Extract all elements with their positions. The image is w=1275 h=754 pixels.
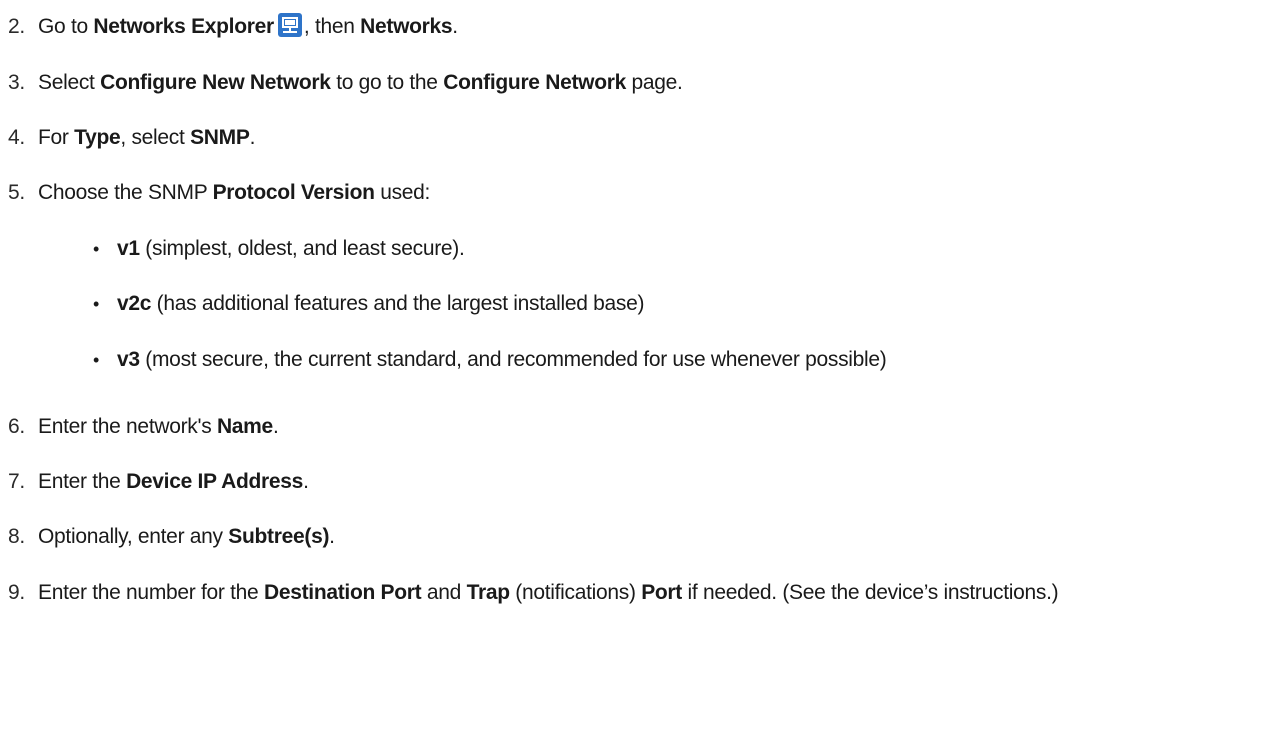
bullet: • xyxy=(93,294,100,314)
version-description: (simplest, oldest, and least secure). xyxy=(139,237,465,260)
step-text: . xyxy=(329,525,335,548)
version-description: (has additional features and the largest… xyxy=(151,292,645,315)
bullet: • xyxy=(93,239,100,259)
ui-term: Networks Explorer xyxy=(93,15,274,38)
step-2: 2. Go to Networks Explorer , then Networks… xyxy=(8,13,1268,41)
step-text: . xyxy=(303,470,309,493)
version-description: (most secure, the current standard, and … xyxy=(139,348,887,371)
step-number: 7. xyxy=(8,470,25,493)
step-4: 4. For Type, select SNMP. xyxy=(8,124,1268,152)
step-text: and xyxy=(421,581,467,604)
step-number: 6. xyxy=(8,415,25,438)
step-number: 5. xyxy=(8,181,25,204)
bullet: • xyxy=(93,350,100,370)
step-text: Optionally, enter any xyxy=(38,525,229,548)
step-text: if needed. (See the device’s instruction… xyxy=(682,581,1059,604)
ui-term: Name xyxy=(216,415,273,438)
step-3: 3. Select Configure New Network to go to … xyxy=(8,69,1268,97)
ui-term: Subtree(s) xyxy=(228,525,330,548)
step-text: Select xyxy=(38,71,101,94)
ui-term: Type xyxy=(74,126,121,149)
step-number: 9. xyxy=(8,581,25,604)
step-text: Choose the SNMP xyxy=(38,181,213,204)
ui-term: SNMP xyxy=(190,126,250,149)
instructions-document: 2. Go to Networks Explorer , then Networks… xyxy=(0,0,1275,754)
step-text: . xyxy=(452,15,458,38)
step-number: 8. xyxy=(8,525,25,548)
network-computer-icon xyxy=(277,13,302,37)
step-8: 8. Optionally, enter any Subtree(s). xyxy=(8,523,1268,551)
version-name: v3 xyxy=(117,348,140,371)
step-text: to go to the xyxy=(330,71,444,94)
ui-term: Networks xyxy=(360,15,453,38)
step-number: 2. xyxy=(8,15,25,38)
step-9: 9. Enter the number for the Destination P… xyxy=(8,579,1248,607)
step-6: 6. Enter the network's Name. xyxy=(8,413,1268,441)
step-text: , then xyxy=(303,15,361,38)
step-text: . xyxy=(249,126,256,149)
version-item-v2c: • v2c (has additional features and the la… xyxy=(93,290,645,318)
step-text: Enter the network's xyxy=(38,415,217,438)
step-number: 3. xyxy=(8,71,25,94)
ui-term: Destination Port xyxy=(263,581,422,604)
ui-term: Configure New Network xyxy=(100,71,331,94)
step-text: (notifications) xyxy=(509,581,642,604)
step-text: Go to xyxy=(38,15,94,38)
step-number: 4. xyxy=(8,126,25,149)
ui-term: Protocol Version xyxy=(212,181,375,204)
ui-term: Trap xyxy=(466,581,510,604)
step-text: Enter the xyxy=(38,470,127,493)
step-text: Enter the number for the xyxy=(38,581,264,604)
step-text: page. xyxy=(625,71,683,94)
step-text: used: xyxy=(374,181,431,204)
step-5: 5. Choose the SNMP Protocol Version used: xyxy=(8,179,1268,207)
version-item-v1: • v1 (simplest, oldest, and least secure)… xyxy=(93,235,465,263)
step-text: , select xyxy=(120,126,191,149)
version-name: v1 xyxy=(117,237,140,260)
step-7: 7. Enter the Device IP Address. xyxy=(8,468,1268,496)
ui-term: Configure Network xyxy=(443,71,626,94)
step-text: . xyxy=(272,415,279,438)
version-name: v2c xyxy=(117,292,152,315)
step-text: For xyxy=(38,126,75,149)
ui-term: Port xyxy=(641,581,682,604)
version-item-v3: • v3 (most secure, the current standard, … xyxy=(93,346,887,374)
ui-term: Device IP Address xyxy=(126,470,304,493)
